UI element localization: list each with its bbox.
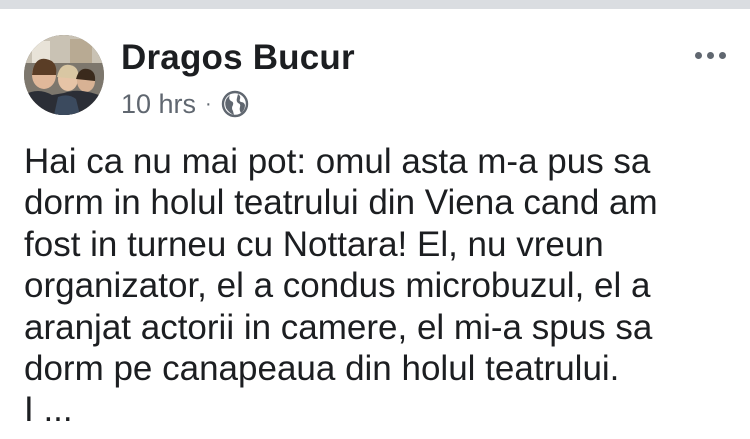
post-text-line: organizator, el a condus microbuzul, el … — [24, 266, 651, 306]
post-text-line: aranjat actorii in camere, el mi-a spus … — [24, 307, 653, 347]
more-dot — [718, 51, 726, 59]
avatar-photo — [24, 35, 104, 115]
author-name[interactable]: Dragos Bucur — [121, 37, 355, 79]
post-text-line: Hai ca nu mai pot: omul asta m-a pus sa — [24, 142, 651, 181]
top-divider-bar — [0, 0, 750, 9]
post-text-line: fost in turneu cu Nottara! El, nu vreun — [24, 224, 604, 264]
more-options-icon[interactable] — [690, 45, 730, 65]
globe-icon[interactable] — [221, 90, 249, 118]
avatar[interactable] — [24, 35, 104, 115]
more-dot — [694, 51, 702, 59]
post-meta: 10 hrs · — [121, 87, 249, 121]
more-dot — [706, 51, 714, 59]
post-text-line: dorm in holul teatrului din Viena cand a… — [24, 183, 658, 223]
facebook-post: Dragos Bucur 10 hrs · Hai ca nu mai pot:… — [0, 9, 750, 439]
post-text-line: dorm pe canapeaua din holul teatrului. — [24, 348, 620, 388]
post-timestamp[interactable]: 10 hrs — [121, 89, 196, 120]
post-text-line: I ... — [24, 390, 73, 430]
post-body: Hai ca nu mai pot: omul asta m-a pus sa … — [24, 141, 744, 431]
meta-separator: · — [205, 93, 212, 115]
